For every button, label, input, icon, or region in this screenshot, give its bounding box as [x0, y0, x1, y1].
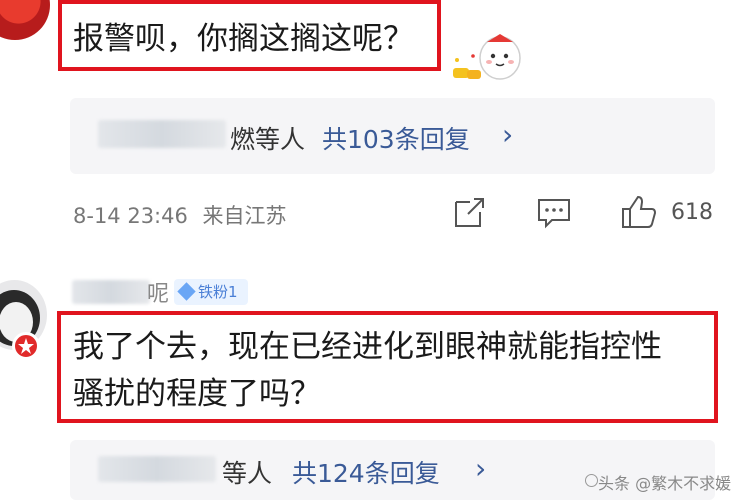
user-avatar-top[interactable]	[0, 0, 50, 40]
like-icon[interactable]	[620, 194, 658, 230]
share-icon[interactable]	[452, 194, 486, 230]
blurred-username	[72, 280, 150, 304]
reply-names-suffix: 等人	[222, 459, 273, 488]
username-suffix[interactable]: 呢	[147, 276, 169, 308]
comment-location: 来自江苏	[202, 204, 287, 228]
emoji-sticker	[453, 34, 521, 80]
reply-count-link[interactable]: 共124条回复	[292, 454, 440, 490]
blurred-names	[98, 120, 226, 148]
comment-text-2-line2: 骚扰的程度了吗？	[73, 376, 321, 412]
verified-star-badge	[12, 332, 40, 360]
comment-text-2-line1: 我了个去，现在已经进化到眼神就能指控性	[73, 329, 662, 365]
like-count: 618	[671, 200, 713, 225]
watermark: 头条 @繁木不求媛	[598, 474, 732, 493]
comment-text-1: 报警呗，你搁这搁这呢？	[73, 21, 414, 57]
reply-count-link[interactable]: 共103条回复	[322, 120, 470, 156]
watermark-logo-icon	[585, 474, 598, 487]
reply-names-suffix: 燃等人	[230, 125, 306, 154]
comment-icon[interactable]	[536, 194, 572, 230]
comment-date: 8-14 23:46	[73, 204, 188, 228]
chevron-right-icon[interactable]: ›	[475, 452, 486, 485]
comment-meta-1: 8-14 23:46 来自江苏	[73, 200, 287, 230]
reply-summary-1[interactable]: 燃等人 共103条回复 ›	[70, 98, 715, 174]
chevron-right-icon[interactable]: ›	[502, 118, 513, 151]
blurred-names	[98, 456, 216, 482]
